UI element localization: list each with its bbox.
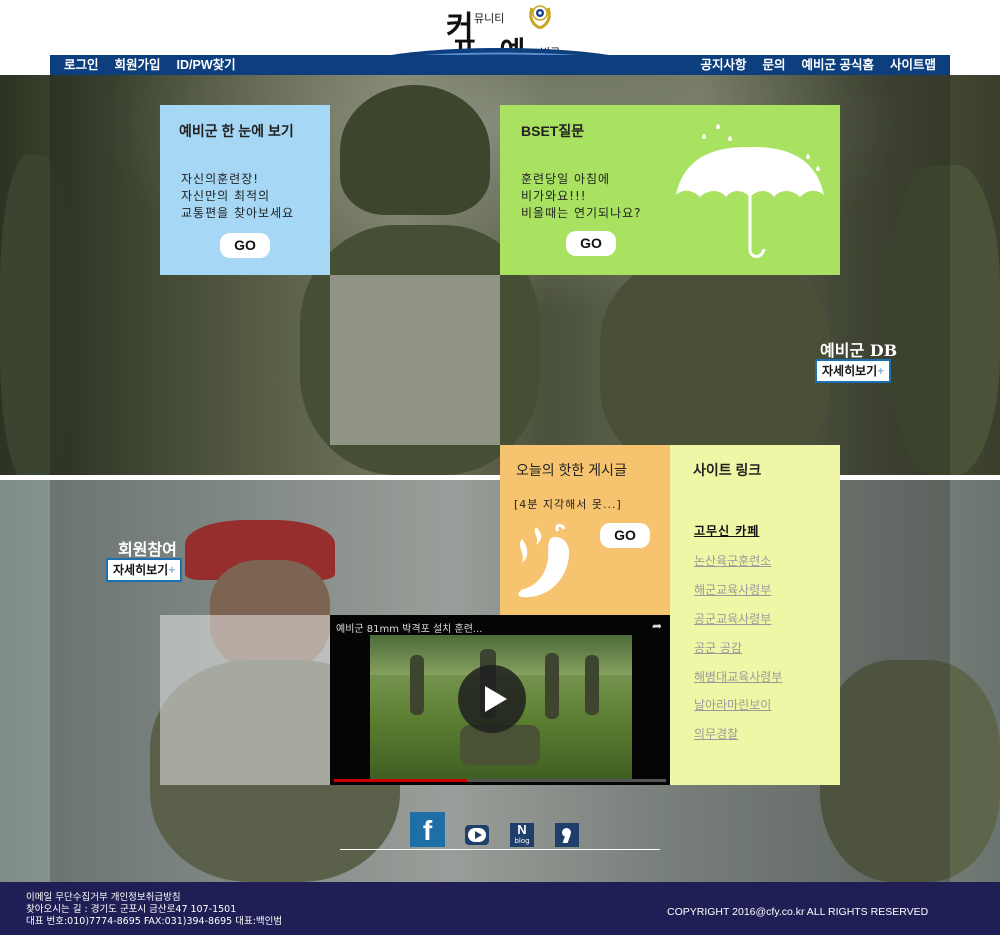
naver-n-label: N (517, 822, 527, 837)
kakao-story-icon[interactable] (555, 823, 579, 847)
hot-go-button[interactable]: GO (600, 523, 650, 548)
plus-icon: + (877, 364, 885, 378)
share-icon[interactable]: ➦ (652, 619, 662, 633)
chili-pepper-icon (518, 523, 570, 598)
play-button-icon[interactable] (458, 665, 526, 733)
logo-sub1: 뮤니티 (474, 12, 505, 25)
overview-title: 예비군 한 눈에 보기 (179, 123, 294, 139)
nav-login[interactable]: 로그인 (56, 57, 107, 73)
bset-line: 비올때는 연기되나요? (521, 206, 642, 220)
bset-text: 훈련당일 아침에 비가와요!!! 비올때는 연기되나요? (521, 171, 642, 222)
facebook-icon[interactable]: f (410, 812, 445, 847)
footer-address: 찾아오시는 길 : 경기도 군포시 금산로47 107-1501 (26, 904, 237, 915)
nav-find-idpw[interactable]: ID/PW찾기 (169, 57, 244, 73)
bset-line: 비가와요!!! (521, 189, 587, 203)
bset-line: 훈련당일 아침에 (521, 172, 611, 186)
site-link-item[interactable]: 해병대교육사령부 (694, 668, 782, 685)
site-link-item[interactable]: 고무신 카페 (694, 522, 759, 539)
overview-panel: 예비군 한 눈에 보기 자신의훈련장! 자신만의 최적의 교통편을 찾아보세요 … (160, 105, 330, 275)
bset-go-button[interactable]: GO (566, 231, 616, 256)
site-link-item[interactable]: 날아라마린보이 (694, 696, 771, 713)
site-links-title: 사이트 링크 (693, 462, 762, 478)
top-nav: 로그인 회원가입 ID/PW찾기 공지사항 문의 예비군 공식홈 사이트맵 (50, 55, 950, 75)
translucent-tile (330, 275, 500, 445)
naver-blog-label: blog (514, 837, 530, 845)
site-link-item[interactable]: 공군교육사령부 (694, 610, 771, 627)
youtube-icon[interactable] (465, 825, 489, 845)
footer-copyright: COPYRIGHT 2016@cfy.co.kr ALL RIGHTS RESE… (667, 906, 929, 918)
video-title[interactable]: 예비군 81mm 박격포 설치 훈련... (336, 620, 482, 635)
footer-contact: 대표 번호:010)7774-8695 FAX:031)394-8695 대표:… (26, 916, 283, 927)
footer-policy-links[interactable]: 이메일 무단수집거부 개인정보취급방침 (26, 892, 181, 903)
overview-go-button[interactable]: GO (220, 233, 270, 258)
overview-line: 자신만의 최적의 (181, 189, 271, 203)
video-progress-bar[interactable] (334, 779, 666, 782)
hot-post-title: 오늘의 핫한 게시글 (516, 462, 627, 478)
overview-line: 자신의훈련장! (181, 172, 260, 186)
plus-icon: + (168, 563, 176, 577)
site-links-panel: 사이트 링크 고무신 카페 논산육군훈련소 해군교육사령부 공군교육사령부 공군… (670, 445, 840, 785)
member-more-label: 자세히보기 (113, 563, 169, 577)
naver-blog-icon[interactable]: N blog (510, 823, 534, 847)
overview-text: 자신의훈련장! 자신만의 최적의 교통편을 찾아보세요 (181, 171, 294, 222)
nav-sitemap[interactable]: 사이트맵 (882, 57, 944, 73)
db-more-button[interactable]: 자세히보기+ (815, 359, 892, 383)
emblem-icon (529, 5, 551, 30)
nav-official-home[interactable]: 예비군 공식홈 (794, 57, 882, 73)
bset-title: BSET질문 (521, 123, 585, 139)
overview-line: 교통편을 찾아보세요 (181, 206, 295, 220)
member-title: 회원참여 (118, 540, 177, 559)
umbrella-icon (676, 124, 824, 258)
nav-inquiry[interactable]: 문의 (754, 57, 793, 73)
db-more-label: 자세히보기 (822, 364, 878, 378)
site-link-item[interactable]: 해군교육사령부 (694, 581, 771, 598)
translucent-tile (160, 615, 330, 785)
video-player[interactable]: 예비군 81mm 박격포 설치 훈련... ➦ (330, 615, 670, 785)
db-title: 예비군 DB (820, 341, 898, 360)
site-link-item[interactable]: 논산육군훈련소 (694, 552, 771, 569)
member-more-button[interactable]: 자세히보기+ (106, 558, 183, 582)
nav-signup[interactable]: 회원가입 (107, 57, 169, 73)
site-footer: 이메일 무단수집거부 개인정보취급방침 찾아오시는 길 : 경기도 군포시 금산… (0, 882, 1000, 935)
hot-post-link[interactable]: [4분 지각해서 못...] (514, 496, 622, 513)
site-link-item[interactable]: 의무경찰 (694, 725, 738, 742)
site-link-item[interactable]: 공군 공감 (694, 639, 742, 656)
social-links: f N blog (340, 812, 660, 850)
nav-notice[interactable]: 공지사항 (692, 57, 754, 73)
hot-post-panel: 오늘의 핫한 게시글 [4분 지각해서 못...] GO (500, 445, 670, 615)
bset-panel: BSET질문 훈련당일 아침에 비가와요!!! 비올때는 연기되나요? GO (500, 105, 840, 275)
